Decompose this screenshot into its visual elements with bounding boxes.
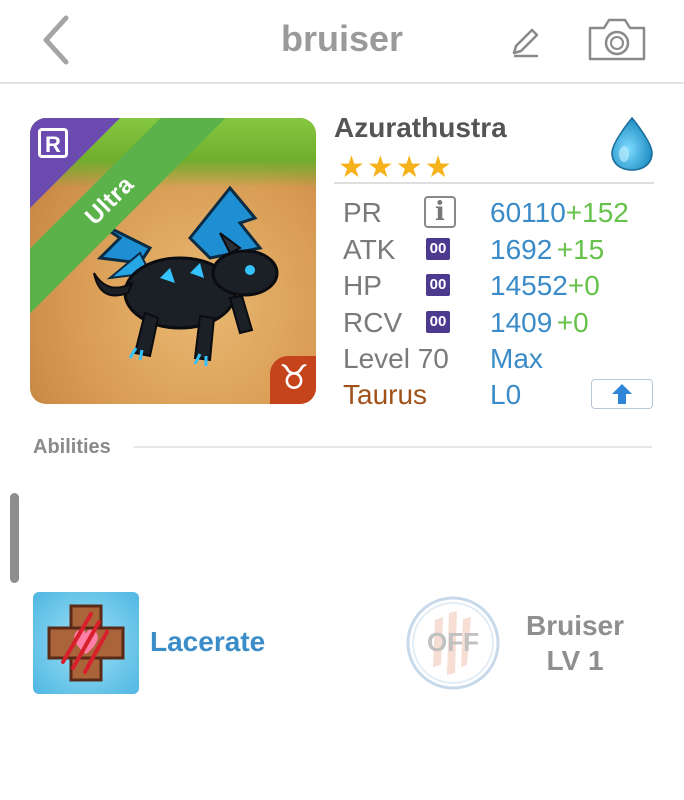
- arrow-up-icon: [612, 384, 632, 404]
- stat-value-rcv: 1409: [490, 307, 553, 338]
- heart-cross-icon[interactable]: [33, 592, 139, 694]
- stat-value-pr: 60110: [490, 197, 566, 228]
- stat-value-row-rcv: 1409 +0: [490, 307, 589, 339]
- stat-label-atk: ATK: [343, 234, 396, 265]
- taurus-icon: ♉: [278, 358, 310, 398]
- level-value: Max: [490, 343, 543, 374]
- atk-badge[interactable]: 00: [426, 238, 450, 260]
- monster-portrait[interactable]: R Ultra ♉: [30, 118, 316, 404]
- pr-info-button[interactable]: i: [424, 196, 456, 228]
- info-divider: [334, 182, 654, 184]
- edit-button[interactable]: [505, 22, 545, 62]
- stat-value-hp: 14552: [490, 270, 568, 301]
- stat-value-atk: 1692: [490, 234, 553, 265]
- rcv-badge[interactable]: 00: [426, 311, 450, 333]
- pencil-icon: [512, 28, 539, 58]
- stat-bonus-hp: +0: [567, 270, 600, 301]
- camera-button[interactable]: [586, 14, 648, 64]
- rarity-ribbon: Ultra: [30, 118, 226, 317]
- abilities-divider: [134, 446, 652, 448]
- zodiac-label: Taurus: [343, 379, 428, 410]
- bruiser-toggle-button[interactable]: OFF: [405, 595, 501, 691]
- stat-bonus-pr: +152: [565, 197, 629, 228]
- bruiser-name: Bruiser: [525, 610, 625, 641]
- stat-bonus-rcv: +0: [556, 307, 589, 338]
- water-drop-icon: [608, 116, 656, 172]
- rarity-label: Ultra: [79, 170, 140, 231]
- camera-icon: [588, 18, 646, 61]
- stat-label-hp: HP: [343, 270, 382, 301]
- stat-value-row-pr: 60110+152: [490, 197, 629, 229]
- upgrade-button[interactable]: [591, 379, 653, 409]
- stat-label-rcv: RCV: [343, 307, 403, 338]
- level-label: Level 70: [343, 343, 449, 374]
- monster-name: Azurathustra: [334, 112, 507, 143]
- scrollbar[interactable]: [10, 493, 19, 583]
- stat-value-row-atk: 1692 +15: [490, 234, 604, 266]
- stat-label-pr: PR: [343, 197, 382, 228]
- abilities-heading: Abilities: [33, 436, 111, 458]
- zodiac-level: L0: [490, 379, 522, 410]
- page-title: bruiser: [280, 18, 404, 59]
- toggle-off-text: OFF: [427, 627, 479, 657]
- ability-name-lacerate[interactable]: Lacerate: [150, 626, 265, 658]
- stat-bonus-atk: +15: [556, 234, 605, 265]
- bruiser-level: LV 1: [546, 645, 604, 676]
- star-rating: ★★★★: [338, 150, 454, 185]
- hp-badge[interactable]: 00: [426, 274, 450, 296]
- stat-value-row-hp: 14552+0: [490, 270, 600, 302]
